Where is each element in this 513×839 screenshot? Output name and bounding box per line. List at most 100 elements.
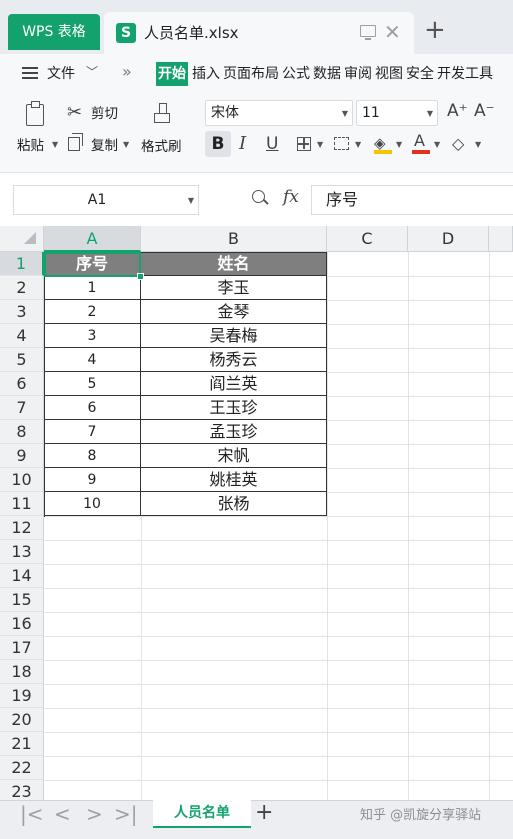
chevron-right-double-icon[interactable]: » (122, 62, 132, 81)
header-cell-name[interactable]: 姓名 (141, 252, 327, 276)
tab-view[interactable]: 视图 (375, 66, 403, 82)
next-sheet-icon[interactable]: > (86, 802, 103, 826)
table-cell-index[interactable]: 8 (44, 444, 141, 468)
font-color-icon[interactable]: A (414, 131, 425, 151)
table-cell-name[interactable]: 吴春梅 (141, 324, 327, 348)
row-header[interactable]: 16 (0, 612, 44, 636)
paste-button[interactable]: 粘贴 (17, 137, 44, 155)
select-all-corner[interactable] (0, 226, 44, 252)
name-box[interactable]: A1 ▼ (13, 185, 199, 215)
table-cell-index[interactable]: 5 (44, 372, 141, 396)
row-header[interactable]: 5 (0, 348, 44, 372)
chevron-down-icon[interactable]: ▼ (342, 109, 348, 118)
row-header[interactable]: 7 (0, 396, 44, 420)
column-header-e[interactable] (489, 226, 513, 252)
row-header[interactable]: 1 (0, 252, 44, 276)
row-header[interactable]: 6 (0, 372, 44, 396)
column-header-c[interactable]: C (327, 226, 408, 252)
chevron-down-icon[interactable]: ▼ (355, 140, 361, 149)
table-cell-name[interactable]: 孟玉珍 (141, 420, 327, 444)
row-header[interactable]: 14 (0, 564, 44, 588)
format-painter-icon[interactable] (154, 103, 170, 125)
row-header[interactable]: 8 (0, 420, 44, 444)
document-tab[interactable]: S 人员名单.xlsx ✕ (104, 12, 414, 54)
row-header[interactable]: 11 (0, 492, 44, 516)
cut-button[interactable]: 剪切 (91, 105, 118, 123)
chevron-down-icon[interactable]: ﹀ (86, 63, 98, 80)
tab-review[interactable]: 审阅 (344, 66, 372, 82)
underline-button[interactable]: U (266, 131, 278, 157)
tab-developer[interactable]: 开发工具 (437, 66, 493, 82)
last-sheet-icon[interactable]: >| (114, 802, 138, 826)
table-cell-name[interactable]: 张杨 (141, 492, 327, 516)
chevron-down-icon[interactable]: ▼ (475, 140, 481, 149)
column-header-b[interactable]: B (141, 226, 327, 252)
close-icon[interactable]: ✕ (384, 20, 401, 44)
column-header-d[interactable]: D (408, 226, 489, 252)
row-header[interactable]: 9 (0, 444, 44, 468)
row-header[interactable]: 20 (0, 708, 44, 732)
bold-button[interactable]: B (205, 131, 231, 157)
shrink-font-icon[interactable]: A⁻ (474, 101, 495, 121)
table-cell-name[interactable]: 李玉 (141, 276, 327, 300)
chevron-down-icon[interactable]: ▼ (427, 109, 433, 118)
row-header[interactable]: 22 (0, 756, 44, 780)
monitor-icon[interactable] (360, 25, 376, 40)
table-cell-name[interactable]: 金琴 (141, 300, 327, 324)
chevron-down-icon[interactable]: ▼ (434, 140, 440, 149)
row-header[interactable]: 10 (0, 468, 44, 492)
zoom-icon[interactable] (252, 190, 265, 203)
copy-button[interactable]: 复制 (91, 137, 118, 155)
cell-style-icon[interactable] (334, 137, 349, 150)
row-header[interactable]: 13 (0, 540, 44, 564)
tab-insert[interactable]: 插入 (192, 66, 220, 82)
font-size-select[interactable]: 11 ▼ (356, 100, 438, 126)
tab-data[interactable]: 数据 (313, 66, 341, 82)
tab-security[interactable]: 安全 (406, 66, 434, 82)
table-cell-name[interactable]: 王玉珍 (141, 396, 327, 420)
row-header[interactable]: 21 (0, 732, 44, 756)
row-header[interactable]: 3 (0, 300, 44, 324)
chevron-down-icon[interactable]: ▼ (317, 140, 323, 149)
first-sheet-icon[interactable]: |< (20, 802, 44, 826)
row-header[interactable]: 15 (0, 588, 44, 612)
table-cell-index[interactable]: 1 (44, 276, 141, 300)
table-cell-index[interactable]: 4 (44, 348, 141, 372)
font-name-select[interactable]: 宋体 ▼ (205, 100, 353, 126)
paste-caret-icon[interactable]: ▼ (52, 140, 58, 149)
formula-input[interactable]: 序号 (311, 185, 513, 215)
table-cell-name[interactable]: 阎兰英 (141, 372, 327, 396)
prev-sheet-icon[interactable]: < (54, 802, 71, 826)
table-cell-name[interactable]: 杨秀云 (141, 348, 327, 372)
chevron-down-icon[interactable]: ▼ (396, 140, 402, 149)
file-menu[interactable]: 文件 (47, 64, 75, 84)
copy-caret-icon[interactable]: ▼ (123, 140, 129, 149)
row-header[interactable]: 19 (0, 684, 44, 708)
table-cell-name[interactable]: 宋帆 (141, 444, 327, 468)
fill-handle[interactable] (137, 273, 144, 280)
row-header[interactable]: 4 (0, 324, 44, 348)
fx-icon[interactable]: fx (283, 187, 299, 207)
row-header[interactable]: 2 (0, 276, 44, 300)
table-cell-index[interactable]: 2 (44, 300, 141, 324)
tab-formulas[interactable]: 公式 (282, 66, 310, 82)
add-sheet-icon[interactable]: + (255, 800, 273, 826)
chevron-down-icon[interactable]: ▼ (188, 196, 194, 205)
table-cell-name[interactable]: 姚桂英 (141, 468, 327, 492)
copy-icon[interactable] (68, 133, 83, 151)
paste-icon[interactable] (26, 101, 44, 126)
new-tab-icon[interactable]: + (424, 16, 446, 44)
eraser-icon[interactable]: ◇ (452, 134, 464, 153)
table-cell-index[interactable]: 6 (44, 396, 141, 420)
row-header[interactable]: 12 (0, 516, 44, 540)
italic-button[interactable]: I (239, 131, 246, 157)
border-icon[interactable] (297, 137, 311, 151)
table-cell-index[interactable]: 3 (44, 324, 141, 348)
format-painter-button[interactable]: 格式刷 (141, 138, 182, 156)
tab-home[interactable]: 开始 (156, 62, 188, 86)
hamburger-icon[interactable] (22, 67, 38, 79)
grow-font-icon[interactable]: A⁺ (447, 101, 468, 121)
tab-page-layout[interactable]: 页面布局 (223, 66, 279, 82)
table-cell-index[interactable]: 9 (44, 468, 141, 492)
sheet-tab-active[interactable]: 人员名单 (153, 800, 251, 828)
